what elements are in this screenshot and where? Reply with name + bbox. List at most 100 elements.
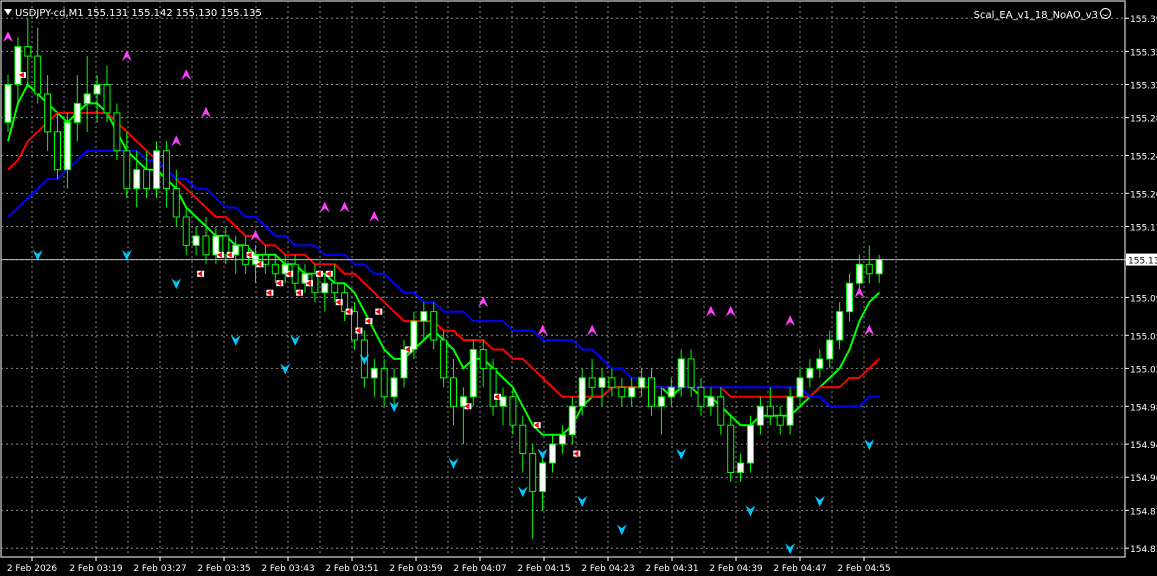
bear-candle[interactable] xyxy=(44,93,52,133)
bear-candle[interactable] xyxy=(588,377,596,388)
chart-background xyxy=(0,0,1157,576)
bull-candle[interactable] xyxy=(83,93,91,104)
price-label: 155.355 xyxy=(1130,48,1157,58)
bear-candle[interactable] xyxy=(113,112,121,152)
smiley-icon xyxy=(1100,8,1111,19)
bull-candle[interactable] xyxy=(390,377,398,398)
bear-candle[interactable] xyxy=(450,377,457,407)
ohlc-readout: 155.131 155.142 155.130 155.135 xyxy=(86,8,262,19)
bull-candle[interactable] xyxy=(816,358,824,369)
time-label: 2 Feb 03:43 xyxy=(261,564,314,574)
bull-candle[interactable] xyxy=(539,462,547,492)
time-label: 2 Feb 04:07 xyxy=(453,564,506,574)
bull-candle[interactable] xyxy=(63,121,71,171)
time-label: 2 Feb 04:31 xyxy=(645,564,698,574)
bull-candle[interactable] xyxy=(786,396,794,426)
bull-candle[interactable] xyxy=(549,443,556,464)
bull-candle[interactable] xyxy=(677,358,685,388)
price-label: 154.905 xyxy=(1130,474,1157,484)
bear-candle[interactable] xyxy=(143,169,151,190)
current-price-label: 155.135 xyxy=(1128,257,1157,267)
bear-candle[interactable] xyxy=(766,405,774,417)
price-label: 154.870 xyxy=(1130,507,1157,517)
price-label: 155.020 xyxy=(1130,365,1157,375)
bull-candle[interactable] xyxy=(875,259,883,275)
bull-candle[interactable] xyxy=(400,348,408,379)
bull-candle[interactable] xyxy=(796,377,804,398)
bull-candle[interactable] xyxy=(737,462,745,474)
bull-candle[interactable] xyxy=(667,386,675,398)
bear-candle[interactable] xyxy=(24,46,32,57)
bear-candle[interactable] xyxy=(608,377,616,388)
bull-candle[interactable] xyxy=(192,235,200,246)
bull-candle[interactable] xyxy=(133,169,141,190)
bull-candle[interactable] xyxy=(93,83,101,95)
bull-candle[interactable] xyxy=(321,282,329,294)
bull-candle[interactable] xyxy=(410,320,418,350)
chart-header: USDJPY-cd,M1 155.131 155.142 155.130 155… xyxy=(4,8,262,19)
bull-candle[interactable] xyxy=(836,311,844,341)
bear-candle[interactable] xyxy=(182,216,190,246)
bear-candle[interactable] xyxy=(430,311,438,341)
bull-candle[interactable] xyxy=(598,377,606,388)
bear-candle[interactable] xyxy=(202,235,210,256)
bull-candle[interactable] xyxy=(806,367,814,379)
bear-candle[interactable] xyxy=(479,348,487,369)
bear-candle[interactable] xyxy=(489,367,497,407)
bear-candle[interactable] xyxy=(776,415,784,426)
bear-candle[interactable] xyxy=(865,263,873,275)
bear-candle[interactable] xyxy=(162,150,170,190)
bear-candle[interactable] xyxy=(172,188,180,218)
expert-advisor-label[interactable]: Scal_EA_v1_18_NoAO_v3 xyxy=(974,8,1111,21)
bear-candle[interactable] xyxy=(727,424,735,474)
bear-candle[interactable] xyxy=(519,424,527,455)
price-chart[interactable]: 155.390 155.355 155.320 155.285 155.245 155.2… xyxy=(0,0,1157,576)
bear-candle[interactable] xyxy=(34,55,42,95)
bull-candle[interactable] xyxy=(756,405,764,426)
time-label: 2 Feb 04:55 xyxy=(837,564,890,574)
bull-candle[interactable] xyxy=(638,377,646,388)
bear-candle[interactable] xyxy=(380,367,388,398)
bear-candle[interactable] xyxy=(687,358,695,388)
bull-candle[interactable] xyxy=(73,102,81,123)
bull-candle[interactable] xyxy=(153,150,160,190)
bear-candle[interactable] xyxy=(717,396,725,426)
price-label: 155.055 xyxy=(1130,332,1157,342)
bear-candle[interactable] xyxy=(271,263,279,275)
bull-candle[interactable] xyxy=(578,377,586,407)
bear-candle[interactable] xyxy=(331,282,339,294)
triangle-down-icon[interactable] xyxy=(4,9,12,15)
bull-candle[interactable] xyxy=(826,339,834,360)
bull-candle[interactable] xyxy=(420,311,428,322)
price-label: 155.095 xyxy=(1130,294,1157,304)
bull-candle[interactable] xyxy=(370,367,378,379)
bull-candle[interactable] xyxy=(568,405,576,436)
bull-candle[interactable] xyxy=(855,263,863,284)
bear-candle[interactable] xyxy=(648,377,655,407)
symbol-label: USDJPY-cd,M1 xyxy=(15,8,84,19)
time-label: 2 Feb 2026 xyxy=(7,564,58,574)
bull-candle[interactable] xyxy=(4,83,12,123)
bull-candle[interactable] xyxy=(14,46,22,85)
time-label: 2 Feb 03:19 xyxy=(69,564,123,574)
bull-candle[interactable] xyxy=(747,424,754,464)
bull-candle[interactable] xyxy=(707,396,715,407)
time-label: 2 Feb 04:47 xyxy=(773,564,826,574)
price-label: 155.320 xyxy=(1130,81,1157,91)
bear-candle[interactable] xyxy=(440,339,448,379)
bull-candle[interactable] xyxy=(558,434,566,445)
bear-candle[interactable] xyxy=(697,386,705,407)
bull-candle[interactable] xyxy=(846,282,853,313)
time-label: 2 Feb 03:51 xyxy=(325,564,378,574)
time-label: 2 Feb 04:23 xyxy=(581,564,634,574)
bear-candle[interactable] xyxy=(54,131,61,171)
bear-candle[interactable] xyxy=(103,83,111,114)
bull-candle[interactable] xyxy=(628,386,636,398)
bear-candle[interactable] xyxy=(123,150,131,190)
bear-candle[interactable] xyxy=(529,453,537,492)
bull-candle[interactable] xyxy=(657,396,665,407)
bear-candle[interactable] xyxy=(351,311,358,341)
bear-candle[interactable] xyxy=(618,386,626,398)
bear-candle[interactable] xyxy=(509,396,517,426)
bull-candle[interactable] xyxy=(469,348,477,398)
